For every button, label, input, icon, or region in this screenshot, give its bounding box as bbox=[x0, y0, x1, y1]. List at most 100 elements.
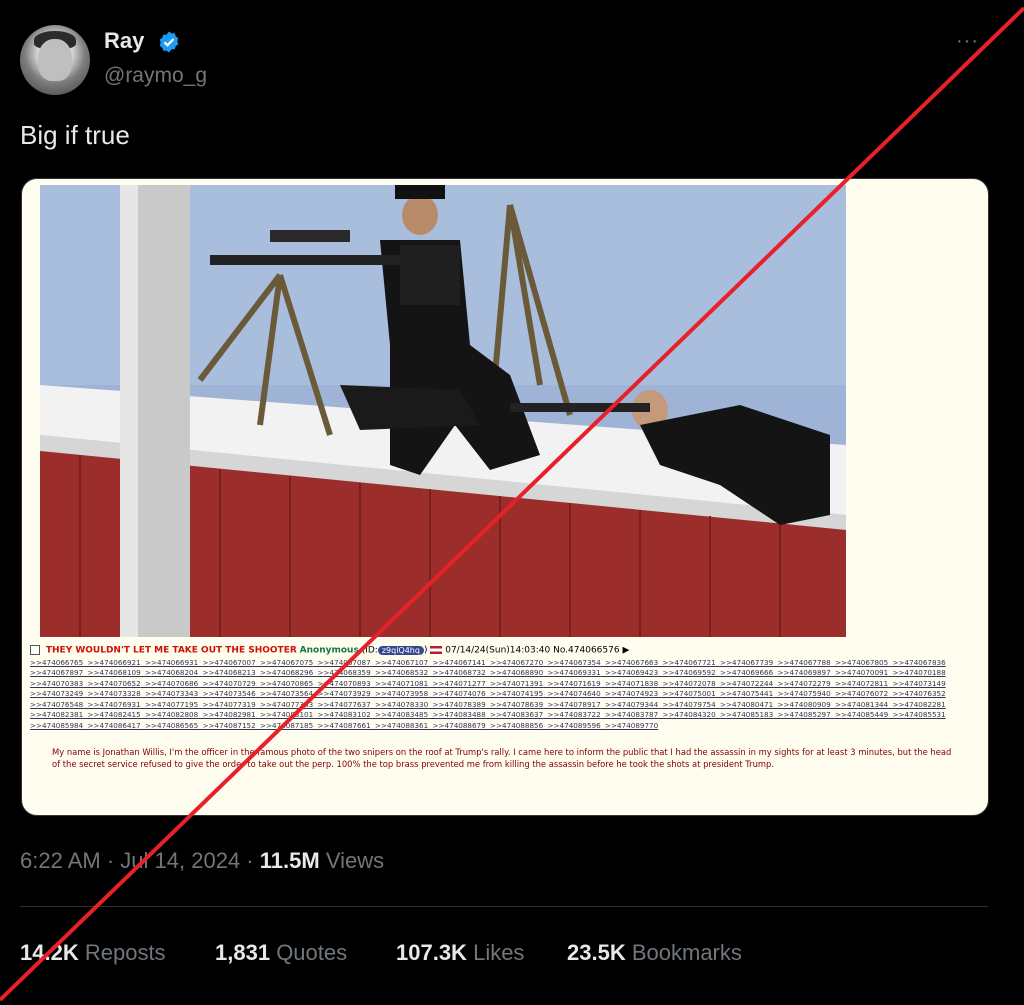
reply-link[interactable]: >>474083488 bbox=[433, 710, 486, 719]
reply-link[interactable]: >>474078917 bbox=[548, 700, 601, 709]
reply-link[interactable]: >>474087661 bbox=[318, 721, 371, 730]
reply-link[interactable]: >>474067897 bbox=[30, 668, 83, 677]
reply-link[interactable]: >>474088361 bbox=[375, 721, 428, 730]
likes-stat[interactable]: 107.3K Likes bbox=[396, 940, 524, 966]
reply-link[interactable]: >>474072244 bbox=[720, 679, 773, 688]
reply-link[interactable]: >>474067805 bbox=[835, 658, 888, 667]
more-options-icon[interactable]: ··· bbox=[956, 30, 979, 53]
reply-link[interactable]: >>474073564 bbox=[260, 689, 313, 698]
reply-link[interactable]: >>474071277 bbox=[433, 679, 486, 688]
reply-link[interactable]: >>474070686 bbox=[145, 679, 198, 688]
reply-link[interactable]: >>474077383 bbox=[260, 700, 313, 709]
reply-link[interactable]: >>474070652 bbox=[88, 679, 141, 688]
reply-link[interactable]: >>474070729 bbox=[203, 679, 256, 688]
reposts-stat[interactable]: 14.2K Reposts bbox=[20, 940, 166, 966]
reply-link[interactable]: >>474075940 bbox=[778, 689, 831, 698]
reply-link[interactable]: >>474081344 bbox=[835, 700, 888, 709]
reply-link[interactable]: >>474068109 bbox=[88, 668, 141, 677]
reply-link[interactable]: >>474085297 bbox=[778, 710, 831, 719]
reply-link[interactable]: >>474067075 bbox=[260, 658, 313, 667]
reply-link[interactable]: >>474072811 bbox=[835, 679, 888, 688]
reply-link[interactable]: >>474073249 bbox=[30, 689, 83, 698]
reply-link[interactable]: >>474076931 bbox=[88, 700, 141, 709]
reply-link[interactable]: >>474088856 bbox=[490, 721, 543, 730]
reply-link[interactable]: >>474070091 bbox=[835, 668, 888, 677]
reply-link[interactable]: >>474083637 bbox=[490, 710, 543, 719]
reply-link[interactable]: >>474089770 bbox=[605, 721, 658, 730]
reply-link[interactable]: >>474067107 bbox=[375, 658, 428, 667]
reply-link[interactable]: >>474076548 bbox=[30, 700, 83, 709]
reply-link[interactable]: >>474085984 bbox=[30, 721, 83, 730]
reply-link[interactable]: >>474078389 bbox=[433, 700, 486, 709]
reply-link[interactable]: >>474082415 bbox=[88, 710, 141, 719]
tweet-time[interactable]: 6:22 AM bbox=[20, 848, 101, 873]
reply-link[interactable]: >>474073546 bbox=[203, 689, 256, 698]
reply-link[interactable]: >>474068890 bbox=[490, 668, 543, 677]
reply-link[interactable]: >>474073929 bbox=[318, 689, 371, 698]
reply-link[interactable]: >>474069331 bbox=[548, 668, 601, 677]
reply-link[interactable]: >>474082281 bbox=[893, 700, 946, 709]
reply-link[interactable]: >>474077637 bbox=[318, 700, 371, 709]
reply-link[interactable]: >>474068296 bbox=[260, 668, 313, 677]
reply-link[interactable]: >>474089596 bbox=[548, 721, 601, 730]
reply-link[interactable]: >>474069666 bbox=[720, 668, 773, 677]
reply-link[interactable]: >>474067354 bbox=[548, 658, 601, 667]
reply-link[interactable]: >>474067087 bbox=[318, 658, 371, 667]
reply-link[interactable]: >>474067836 bbox=[893, 658, 946, 667]
reply-link[interactable]: >>474070865 bbox=[260, 679, 313, 688]
reply-link[interactable]: >>474070188 bbox=[893, 668, 946, 677]
bookmarks-stat[interactable]: 23.5K Bookmarks bbox=[567, 940, 742, 966]
reply-link[interactable]: >>474071081 bbox=[375, 679, 428, 688]
reply-link[interactable]: >>474072279 bbox=[778, 679, 831, 688]
reply-link[interactable]: >>474066921 bbox=[88, 658, 141, 667]
reply-link[interactable]: >>474077319 bbox=[203, 700, 256, 709]
reply-link[interactable]: >>474070893 bbox=[318, 679, 371, 688]
reply-link[interactable]: >>474071619 bbox=[548, 679, 601, 688]
reply-link[interactable]: >>474082981 bbox=[203, 710, 256, 719]
reply-link[interactable]: >>474086565 bbox=[145, 721, 198, 730]
reply-link[interactable]: >>474067739 bbox=[720, 658, 773, 667]
reply-link[interactable]: >>474073328 bbox=[88, 689, 141, 698]
reply-link[interactable]: >>474076352 bbox=[893, 689, 946, 698]
reply-link[interactable]: >>474067788 bbox=[778, 658, 831, 667]
reply-link[interactable]: >>474068732 bbox=[433, 668, 486, 677]
reply-link[interactable]: >>474070383 bbox=[30, 679, 83, 688]
reply-link[interactable]: >>474067270 bbox=[490, 658, 543, 667]
reply-link[interactable]: >>474066765 bbox=[30, 658, 83, 667]
reply-link[interactable]: >>474067721 bbox=[663, 658, 716, 667]
reply-link[interactable]: >>474075001 bbox=[663, 689, 716, 698]
reply-link[interactable]: >>474072078 bbox=[663, 679, 716, 688]
author-name[interactable]: Ray bbox=[104, 28, 144, 54]
reply-link[interactable]: >>474067663 bbox=[605, 658, 658, 667]
reply-link[interactable]: >>474080471 bbox=[720, 700, 773, 709]
tweet-media[interactable]: THEY WOULDN'T LET ME TAKE OUT THE SHOOTE… bbox=[21, 178, 989, 816]
reply-link[interactable]: >>474082381 bbox=[30, 710, 83, 719]
reply-link[interactable]: >>474085531 bbox=[893, 710, 946, 719]
reply-link[interactable]: >>474083102 bbox=[318, 710, 371, 719]
reply-link[interactable]: >>474083101 bbox=[260, 710, 313, 719]
reply-link[interactable]: >>474067007 bbox=[203, 658, 256, 667]
reply-link[interactable]: >>474083722 bbox=[548, 710, 601, 719]
quotes-stat[interactable]: 1,831 Quotes bbox=[215, 940, 347, 966]
reply-link[interactable]: >>474071838 bbox=[605, 679, 658, 688]
reply-link[interactable]: >>474073343 bbox=[145, 689, 198, 698]
reply-link[interactable]: >>474083485 bbox=[375, 710, 428, 719]
reply-link[interactable]: >>474087185 bbox=[260, 721, 313, 730]
reply-link[interactable]: >>474068204 bbox=[145, 668, 198, 677]
reply-link[interactable]: >>474067141 bbox=[433, 658, 486, 667]
reply-link[interactable]: >>474069423 bbox=[605, 668, 658, 677]
reply-link[interactable]: >>474076072 bbox=[835, 689, 888, 698]
reply-link[interactable]: >>474069592 bbox=[663, 668, 716, 677]
reply-link[interactable]: >>474079344 bbox=[605, 700, 658, 709]
reply-link[interactable]: >>474074923 bbox=[605, 689, 658, 698]
reply-link[interactable]: >>474069897 bbox=[778, 668, 831, 677]
reply-link[interactable]: >>474079754 bbox=[663, 700, 716, 709]
author-handle[interactable]: @raymo_g bbox=[104, 64, 207, 88]
reply-link[interactable]: >>474077195 bbox=[145, 700, 198, 709]
reply-link[interactable]: >>474074640 bbox=[548, 689, 601, 698]
reply-link[interactable]: >>474084320 bbox=[663, 710, 716, 719]
reply-link[interactable]: >>474088679 bbox=[433, 721, 486, 730]
avatar[interactable] bbox=[20, 25, 90, 95]
reply-link[interactable]: >>474080909 bbox=[778, 700, 831, 709]
reply-link[interactable]: >>474073958 bbox=[375, 689, 428, 698]
